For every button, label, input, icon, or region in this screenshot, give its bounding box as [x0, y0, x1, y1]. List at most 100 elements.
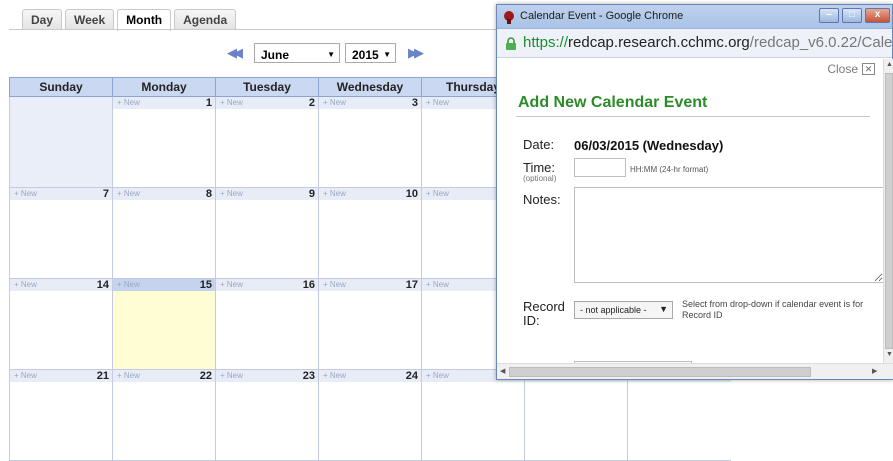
calendar-day-cell[interactable]: + New [627, 370, 731, 461]
day-number: 23 [302, 370, 315, 382]
new-event-link[interactable]: + New [117, 280, 140, 289]
close-icon: ✕ [862, 63, 875, 75]
vertical-scroll-thumb[interactable] [885, 73, 893, 349]
vertical-scrollbar[interactable]: ▲ ▼ [883, 59, 893, 363]
calendar-day-cell[interactable]: + New 17 [318, 279, 422, 370]
window-close-button[interactable]: x [865, 8, 890, 23]
chevron-down-icon: ▼ [383, 50, 391, 59]
calendar-day-cell[interactable]: + New 3 [318, 97, 422, 188]
calendar-day-cell[interactable]: + New 22 [112, 370, 216, 461]
record-id-hint: Select from drop-down if calendar event … [682, 299, 864, 320]
tab-week[interactable]: Week [65, 9, 115, 30]
date-value: 06/03/2015 (Wednesday) [574, 138, 724, 153]
new-event-link[interactable]: + New [117, 189, 140, 198]
scroll-down-icon[interactable]: ▼ [886, 351, 893, 358]
new-event-link[interactable]: + New [220, 189, 243, 198]
calendar-day-cell[interactable]: + New [421, 370, 525, 461]
new-event-link[interactable]: + New [14, 280, 37, 289]
new-event-link[interactable]: + New [323, 189, 346, 198]
time-format-hint: HH:MM (24-hr format) [630, 165, 709, 174]
calendar-day-cell[interactable]: + New 16 [215, 279, 319, 370]
calendar-event-popup-window: Calendar Event - Google Chrome – □ x htt… [496, 4, 893, 380]
calendar-view-tabs: Day Week Month Agenda [22, 9, 237, 31]
address-bar[interactable]: https://redcap.research.cchmc.org/redcap… [497, 29, 893, 58]
day-cell-header: + New 15 [113, 279, 216, 291]
url-scheme: https:// [523, 34, 569, 51]
date-label: Date: [523, 137, 555, 152]
url-path: /redcap_v6.0.22/Calenda [749, 34, 893, 51]
weekday-header: Sunday [9, 77, 113, 97]
scroll-left-icon[interactable]: ◀ [500, 367, 505, 375]
new-event-link[interactable]: + New [14, 189, 37, 198]
new-event-link[interactable]: + New [426, 371, 449, 380]
new-event-link[interactable]: + New [220, 371, 243, 380]
maximize-button[interactable]: □ [842, 8, 862, 23]
time-input[interactable] [574, 158, 626, 177]
year-select[interactable]: 2015 ▼ [345, 43, 396, 63]
year-select-value: 2015 [352, 47, 379, 62]
new-event-link[interactable]: + New [426, 189, 449, 198]
close-popup-link[interactable]: Close ✕ [827, 62, 875, 76]
calendar-day-cell[interactable]: + New 23 [215, 370, 319, 461]
new-event-link[interactable]: + New [117, 371, 140, 380]
previous-month-icon[interactable]: ◀◀ [227, 45, 243, 61]
horizontal-scroll-thumb[interactable] [509, 367, 811, 377]
calendar-day-cell[interactable]: + New 14 [9, 279, 113, 370]
next-month-icon[interactable]: ▶▶ [408, 45, 424, 61]
close-label: Close [827, 62, 858, 76]
new-event-link[interactable]: + New [220, 98, 243, 107]
time-label: Time: [523, 160, 556, 175]
day-number: 9 [308, 188, 315, 200]
popup-content: Close ✕ Add New Calendar Event Date: 06/… [497, 59, 883, 363]
calendar-day-cell[interactable]: + New 15 [112, 279, 216, 370]
day-cell-header: + New 23 [216, 370, 319, 382]
tab-day[interactable]: Day [22, 9, 63, 30]
tab-agenda[interactable]: Agenda [174, 9, 237, 30]
day-cell-header: + New 14 [10, 279, 113, 291]
calendar-day-cell[interactable] [9, 97, 113, 188]
notes-textarea[interactable] [574, 187, 883, 283]
new-event-link[interactable]: + New [220, 280, 243, 289]
record-id-select[interactable]: - not applicable - ▼ [574, 301, 673, 319]
day-number: 15 [199, 279, 212, 291]
time-optional-note: (optional) [523, 174, 557, 183]
month-select[interactable]: June ▼ [254, 43, 340, 63]
calendar-day-cell[interactable]: + New 21 [9, 370, 113, 461]
day-number: 10 [405, 188, 418, 200]
new-event-link[interactable]: + New [14, 371, 37, 380]
day-cell-header: + New 7 [10, 188, 113, 200]
day-cell-header: + New 16 [216, 279, 319, 291]
day-cell-header: + New 10 [319, 188, 422, 200]
calendar-day-cell[interactable]: + New [524, 370, 628, 461]
record-id-select-value: - not applicable - [580, 305, 647, 315]
new-event-link[interactable]: + New [323, 98, 346, 107]
window-titlebar[interactable]: Calendar Event - Google Chrome – □ x [497, 5, 892, 29]
tab-month[interactable]: Month [117, 9, 172, 31]
new-event-link[interactable]: + New [426, 98, 449, 107]
form-title: Add New Calendar Event [518, 94, 708, 111]
horizontal-scrollbar[interactable]: ◀ ▶ [497, 363, 893, 379]
scroll-up-icon[interactable]: ▲ [886, 61, 893, 68]
day-cell-header: + New 21 [10, 370, 113, 382]
calendar-day-cell[interactable]: + New 7 [9, 188, 113, 279]
day-cell-header: + New 17 [319, 279, 422, 291]
day-number: 7 [102, 188, 109, 200]
new-event-link[interactable]: + New [323, 280, 346, 289]
window-title: Calendar Event - Google Chrome [520, 10, 684, 22]
calendar-day-cell[interactable]: + New 9 [215, 188, 319, 279]
day-number: 22 [199, 370, 212, 382]
url-host: redcap.research.cchmc.org [568, 34, 750, 51]
new-event-link[interactable]: + New [117, 98, 140, 107]
new-event-link[interactable]: + New [323, 371, 346, 380]
calendar-day-cell[interactable]: + New 1 [112, 97, 216, 188]
day-cell-header: + New 3 [319, 97, 422, 109]
calendar-day-cell[interactable]: + New 2 [215, 97, 319, 188]
calendar-day-cell[interactable]: + New 8 [112, 188, 216, 279]
minimize-button[interactable]: – [819, 8, 839, 23]
scroll-right-icon[interactable]: ▶ [872, 367, 877, 375]
calendar-day-cell[interactable]: + New 10 [318, 188, 422, 279]
day-number: 3 [411, 97, 418, 109]
new-event-link[interactable]: + New [426, 280, 449, 289]
day-cell-header: + New 24 [319, 370, 422, 382]
calendar-day-cell[interactable]: + New 24 [318, 370, 422, 461]
